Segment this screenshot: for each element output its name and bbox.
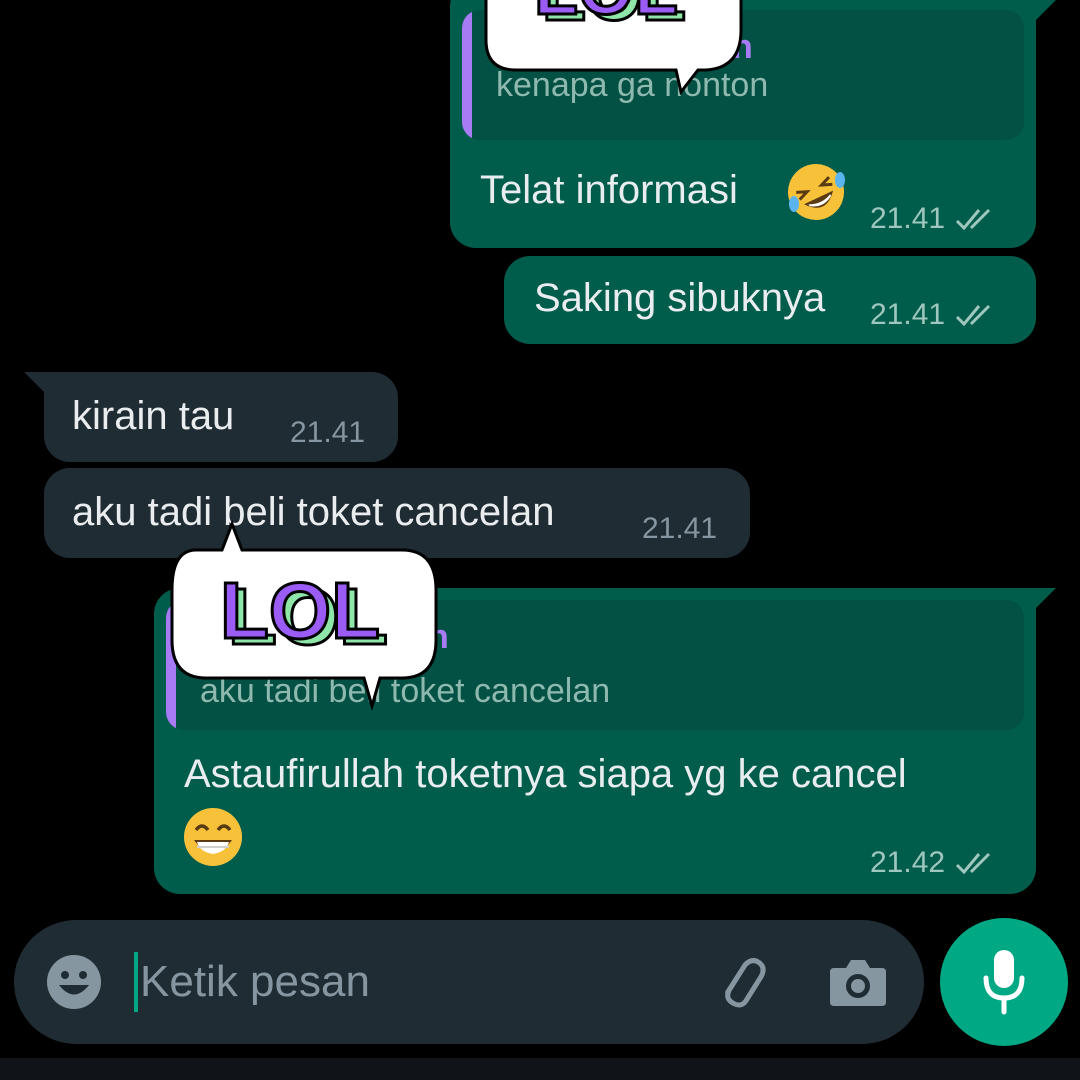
emoji-icon[interactable]	[44, 952, 104, 1012]
message-input-placeholder: Ketik pesan	[140, 957, 370, 1006]
sticker-text: LOL	[220, 566, 380, 655]
double-check-icon	[956, 208, 991, 231]
message-text: Telat informasi	[480, 168, 738, 212]
attach-icon[interactable]	[708, 950, 772, 1014]
double-check-icon	[956, 304, 991, 327]
sticker-text: LOL	[534, 0, 678, 30]
grinning-face-emoji-icon	[184, 808, 242, 866]
message-text: Astaufirullah toketnya siapa yg ke cance…	[184, 752, 907, 796]
lol-sticker[interactable]: LOL LOL	[476, 0, 746, 105]
message-meta: 21.42	[870, 846, 999, 880]
message-meta: 21.41	[642, 512, 717, 546]
bubble-tail	[1030, 588, 1056, 614]
camera-icon[interactable]	[826, 952, 890, 1012]
sticker-speech-bubble-icon: LOL LOL	[170, 519, 438, 712]
message-bubble-incoming[interactable]: kirain tau 21.41	[44, 372, 398, 462]
message-composer: Ketik pesan	[14, 920, 924, 1044]
message-meta: 21.41	[290, 416, 365, 450]
system-navigation-bar	[0, 1058, 1080, 1080]
message-bubble-outgoing[interactable]: Saking sibuknya 21.41	[504, 256, 1036, 344]
message-meta: 21.41	[870, 298, 999, 332]
message-text: kirain tau	[72, 394, 235, 438]
message-text: Saking sibuknya	[534, 276, 826, 320]
message-time: 21.41	[870, 202, 946, 235]
mic-button[interactable]	[940, 918, 1068, 1046]
quote-accent-bar	[462, 10, 472, 140]
text-cursor	[134, 952, 138, 1012]
rolling-laughing-emoji-icon	[788, 164, 845, 220]
message-meta: 21.41	[870, 202, 999, 236]
message-time: 21.42	[870, 846, 946, 879]
mic-icon	[983, 950, 1025, 1015]
double-check-icon	[956, 852, 991, 875]
chat-view: n kenapa ga nonton Telat informasi 21.41	[0, 0, 1080, 1080]
bubble-tail	[1030, 0, 1056, 26]
lol-sticker[interactable]: LOL LOL	[166, 519, 442, 715]
message-input[interactable]: Ketik pesan	[134, 950, 674, 1014]
message-time: 21.41	[642, 512, 718, 545]
message-time: 21.41	[870, 298, 946, 331]
sticker-speech-bubble-icon: LOL LOL	[484, 0, 743, 96]
message-time: 21.41	[290, 416, 366, 449]
